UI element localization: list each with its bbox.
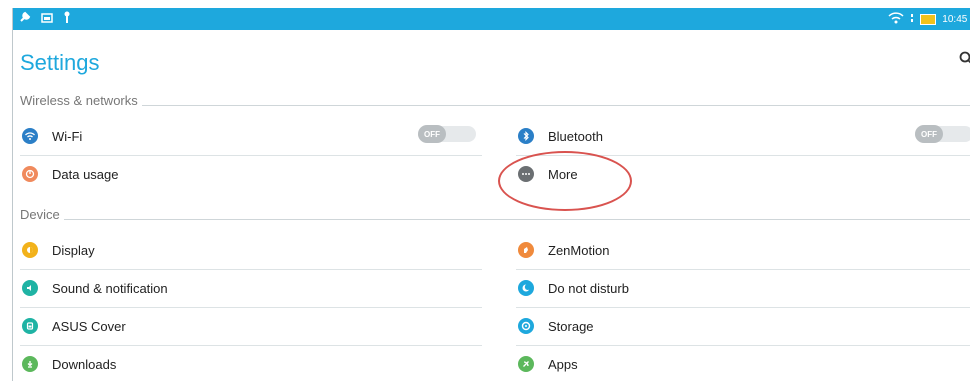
section-label: Device xyxy=(20,207,60,222)
data-usage-item[interactable]: Data usage xyxy=(13,155,483,193)
page-title: Settings xyxy=(20,50,100,75)
sound-notification-label: Sound & notification xyxy=(52,280,168,296)
wifi-icon xyxy=(22,128,38,144)
app-bar: Settings xyxy=(13,30,970,86)
bluetooth-icon xyxy=(518,128,534,144)
data-usage-label: Data usage xyxy=(52,166,119,182)
wifi-item[interactable]: Wi-Fi xyxy=(13,117,483,155)
settings-screen: 10:45 ar Settings Wireless & networks Wi… xyxy=(12,8,970,381)
cover-icon xyxy=(22,318,38,334)
wifi-label: Wi-Fi xyxy=(52,128,83,144)
downloads-item[interactable]: Downloads xyxy=(13,345,483,381)
do-not-disturb-item[interactable]: Do not disturb xyxy=(509,269,970,307)
status-bar: 10:45 ar xyxy=(13,8,970,30)
speaker-icon xyxy=(22,280,38,296)
downloads-label: Downloads xyxy=(52,356,117,372)
zenmotion-label: ZenMotion xyxy=(548,242,610,258)
bluetooth-label: Bluetooth xyxy=(548,128,603,144)
bluetooth-item[interactable]: Bluetooth xyxy=(509,117,970,155)
asus-cover-item[interactable]: ASUS Cover xyxy=(13,307,483,345)
status-time: 10:45 ar xyxy=(942,13,970,25)
section-divider xyxy=(141,105,970,106)
download-icon xyxy=(22,356,38,372)
do-not-disturb-label: Do not disturb xyxy=(548,280,629,296)
sound-notification-item[interactable]: Sound & notification xyxy=(13,269,483,307)
image-icon xyxy=(41,10,53,28)
display-item[interactable]: Display xyxy=(13,231,483,269)
zenmotion-icon xyxy=(518,242,534,258)
status-bar-left xyxy=(19,11,71,27)
asus-cover-label: ASUS Cover xyxy=(52,318,126,334)
wifi-toggle-state: OFF xyxy=(418,125,446,143)
section-header-device: Device xyxy=(20,207,970,222)
storage-label: Storage xyxy=(548,318,594,334)
apps-label: Apps xyxy=(548,356,578,372)
section-divider xyxy=(63,219,970,220)
highlight-circle xyxy=(498,151,632,211)
wifi-toggle[interactable]: OFF xyxy=(418,125,476,143)
apps-icon xyxy=(518,356,534,372)
data-transfer-icon xyxy=(910,13,914,26)
section-label: Wireless & networks xyxy=(20,93,138,108)
bluetooth-toggle[interactable]: OFF xyxy=(915,125,970,143)
display-label: Display xyxy=(52,242,95,258)
battery-icon xyxy=(920,13,937,25)
bluetooth-toggle-state: OFF xyxy=(915,125,943,143)
zenmotion-item[interactable]: ZenMotion xyxy=(509,231,970,269)
storage-item[interactable]: Storage xyxy=(509,307,970,345)
wrench-icon xyxy=(19,10,31,28)
search-icon[interactable] xyxy=(959,51,970,70)
wifi-signal-icon xyxy=(888,11,904,27)
storage-icon xyxy=(518,318,534,334)
usb-icon xyxy=(63,10,71,28)
data-usage-icon xyxy=(22,166,38,182)
apps-item[interactable]: Apps xyxy=(509,345,970,381)
moon-icon xyxy=(518,280,534,296)
section-header-wireless: Wireless & networks xyxy=(20,93,970,108)
status-bar-right: 10:45 ar xyxy=(888,11,970,27)
display-icon xyxy=(22,242,38,258)
